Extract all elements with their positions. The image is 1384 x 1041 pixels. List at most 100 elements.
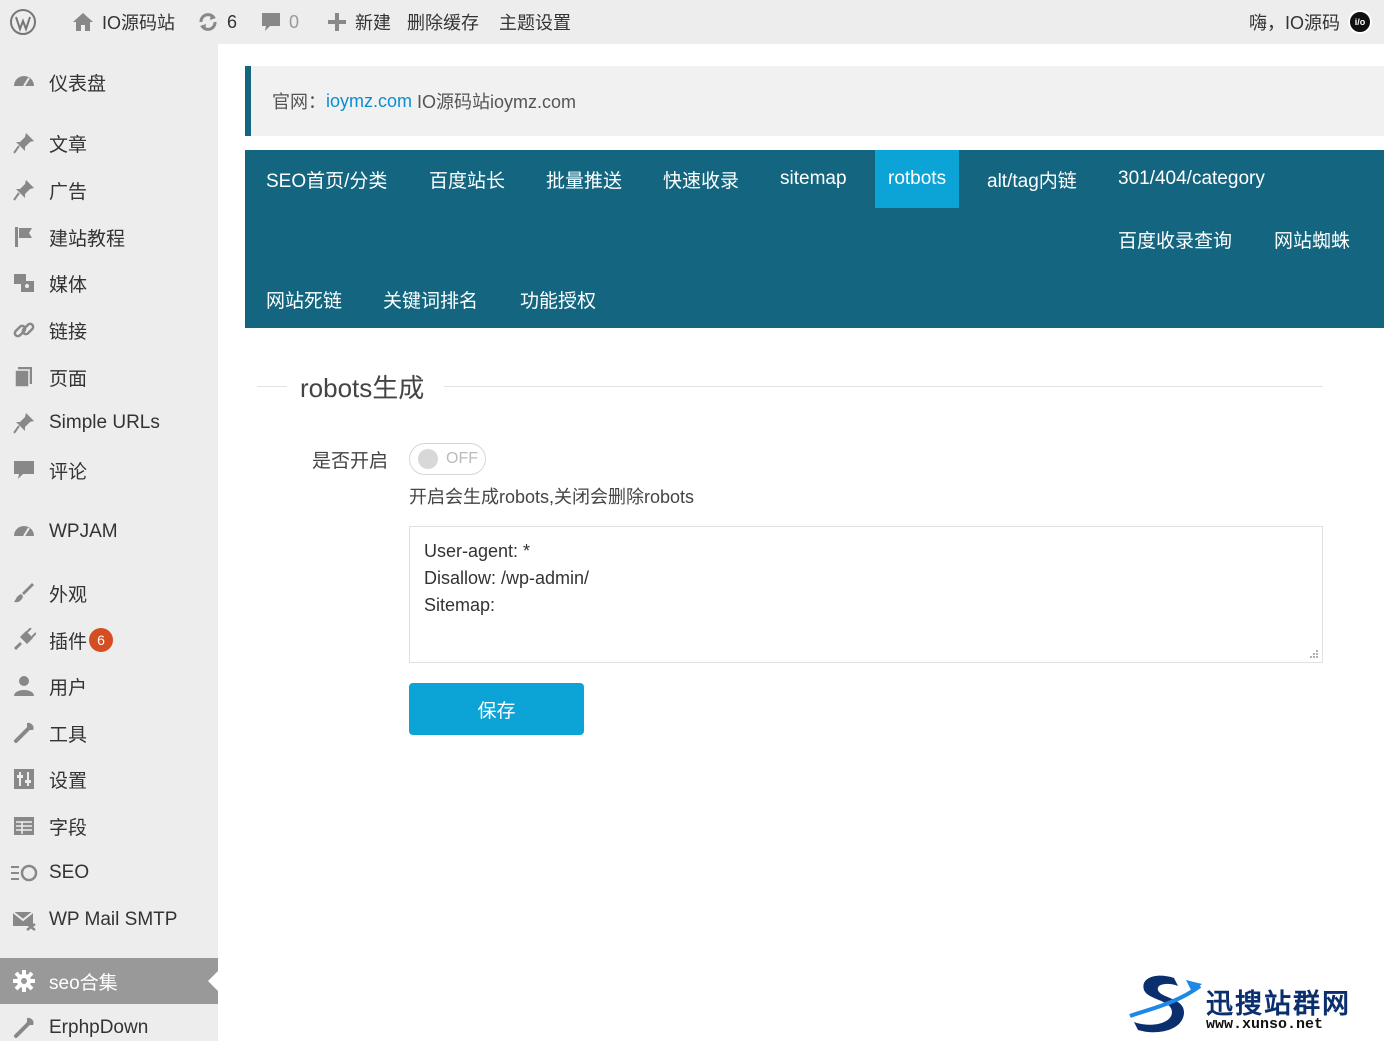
site-name: IO源码站: [102, 13, 176, 33]
seo-tab[interactable]: 批量推送: [533, 150, 635, 208]
robots-line: User-agent: *: [424, 541, 531, 561]
sidebar-item[interactable]: Simple URLs: [0, 400, 218, 446]
seo-tab[interactable]: 百度收录查询: [1105, 210, 1245, 268]
sidebar-item[interactable]: 仪表盘: [0, 59, 218, 105]
updates-count: 6: [227, 11, 238, 32]
watermark-logo-icon: [1129, 975, 1202, 1033]
update-count-badge: 6: [89, 628, 114, 652]
sidebar-item-label: WP Mail SMTP: [49, 909, 178, 930]
sidebar-item-label: ErphpDown: [49, 1017, 149, 1038]
seo-tab[interactable]: 关键词排名: [370, 270, 491, 328]
seo-tab[interactable]: alt/tag内链: [974, 150, 1090, 208]
link-icon: [0, 318, 48, 342]
sidebar-item-label: seo合集: [49, 972, 118, 994]
sidebar-item-label: 插件: [49, 631, 88, 653]
sidebar-item[interactable]: 工具: [0, 710, 218, 756]
comments-link[interactable]: 0: [247, 0, 309, 44]
settings-icon: [0, 767, 48, 791]
enable-field-label: 是否开启: [312, 451, 389, 472]
media-icon: [0, 271, 48, 295]
admin-sidebar: 仪表盘文章广告建站教程媒体链接页面 Simple URLs 评论 WPJAM 外观插件 6…: [0, 44, 218, 1041]
sidebar-item[interactable]: 媒体: [0, 260, 218, 306]
robots-line: Disallow: /wp-admin/: [424, 568, 590, 588]
sidebar-item[interactable]: 用户: [0, 663, 218, 709]
sidebar-item[interactable]: 文章: [0, 120, 218, 166]
sidebar-item[interactable]: 页面: [0, 354, 218, 400]
resize-grip-icon[interactable]: [1309, 649, 1319, 659]
theme-settings-label: 主题设置: [499, 13, 572, 33]
updates-link[interactable]: 6: [185, 0, 247, 44]
sidebar-item[interactable]: WPJAM: [0, 509, 218, 555]
page-icon: [0, 365, 48, 389]
new-content-link[interactable]: 新建: [309, 0, 401, 44]
seo-tab[interactable]: sitemap: [767, 150, 860, 208]
sidebar-item-label: 链接: [49, 321, 88, 343]
sidebar-item[interactable]: 链接: [0, 307, 218, 353]
sidebar-item[interactable]: 字段: [0, 803, 218, 849]
greeting: 嗨，IO源码: [1248, 13, 1340, 33]
comment-icon: [0, 458, 48, 482]
sidebar-item[interactable]: 建站教程: [0, 214, 218, 260]
brush-icon: [0, 581, 48, 605]
my-account-link[interactable]: 嗨，IO源码 i/o: [1239, 0, 1384, 44]
new-label: 新建: [355, 13, 392, 33]
sidebar-item[interactable]: 广告: [0, 167, 218, 213]
notice-link[interactable]: ioymz.com: [326, 91, 412, 112]
plugin-icon: [0, 628, 48, 652]
sidebar-item[interactable]: ErphpDown: [0, 1005, 218, 1041]
seo-tab[interactable]: 301/404/category: [1105, 150, 1278, 208]
admin-bar: IO源码站 6 0 新建 删除缓存 主题设置 嗨，IO源码 i/o: [0, 0, 1384, 44]
theme-settings-link[interactable]: 主题设置: [489, 0, 581, 44]
site-name-link[interactable]: IO源码站: [46, 0, 185, 44]
sidebar-item-label: WPJAM: [49, 521, 118, 542]
seo-tab[interactable]: 功能授权: [507, 270, 609, 328]
pin-icon: [0, 411, 48, 435]
sidebar-item[interactable]: 设置: [0, 756, 218, 802]
sidebar-item-label: 外观: [49, 584, 88, 606]
sidebar-item-label: 用户: [49, 677, 88, 699]
sidebar-item-label: Simple URLs: [49, 412, 160, 433]
toggle-knob: [418, 449, 438, 469]
gear-icon: [0, 969, 48, 993]
sidebar-item-label: 页面: [49, 368, 88, 390]
seo-icon: [0, 861, 48, 885]
seo-tab[interactable]: 百度站长: [416, 150, 518, 208]
seo-tab[interactable]: 快速收录: [650, 150, 752, 208]
seo-tab[interactable]: SEO首页/分类: [253, 150, 400, 208]
seo-tab[interactable]: 网站死链: [253, 270, 355, 328]
wordpress-icon: [10, 9, 36, 35]
plus-icon: [328, 13, 347, 31]
save-button[interactable]: 保存: [409, 683, 584, 735]
enable-toggle[interactable]: OFF: [409, 443, 486, 475]
watermark: 迅搜站群网 www.xunso.net: [1126, 970, 1376, 1036]
robots-textarea[interactable]: User-agent: * Disallow: /wp-admin/ Sitem…: [409, 526, 1323, 663]
seo-tab[interactable]: 网站蜘蛛: [1261, 210, 1363, 268]
updates-icon: [199, 13, 217, 31]
home-icon: [73, 13, 93, 31]
notice-prefix: 官网：: [272, 92, 326, 112]
pin-icon: [0, 178, 48, 202]
sidebar-item[interactable]: 评论: [0, 447, 218, 493]
mail-icon: [0, 908, 48, 932]
sidebar-item[interactable]: 插件 6: [0, 617, 218, 663]
help-text: 开启会生成robots,关闭会删除robots: [409, 487, 695, 507]
sidebar-item-label: 广告: [49, 181, 88, 203]
sidebar-item[interactable]: 外观: [0, 570, 218, 616]
sidebar-item-label: 建站教程: [49, 228, 126, 250]
seo-tab[interactable]: rotbots: [875, 150, 960, 208]
sidebar-item-label: 设置: [49, 770, 88, 792]
sidebar-item[interactable]: WP Mail SMTP: [0, 897, 218, 943]
sidebar-item-label: 仪表盘: [49, 73, 107, 95]
title-divider-right: [444, 386, 1323, 387]
site-notice: 官网： ioymz.com IO源码站ioymz.com: [245, 66, 1384, 136]
wrench-icon: [0, 1016, 48, 1040]
sidebar-item[interactable]: SEO: [0, 850, 218, 896]
clear-cache-link[interactable]: 删除缓存: [401, 0, 489, 44]
wordpress-logo-button[interactable]: [0, 0, 46, 44]
sidebar-item[interactable]: seo合集: [0, 958, 218, 1004]
clear-cache-label: 删除缓存: [407, 13, 480, 33]
title-divider-left: [257, 386, 287, 387]
sidebar-item-label: 字段: [49, 817, 88, 839]
flag-icon: [0, 225, 48, 249]
watermark-url: www.xunso.net: [1206, 1016, 1324, 1033]
